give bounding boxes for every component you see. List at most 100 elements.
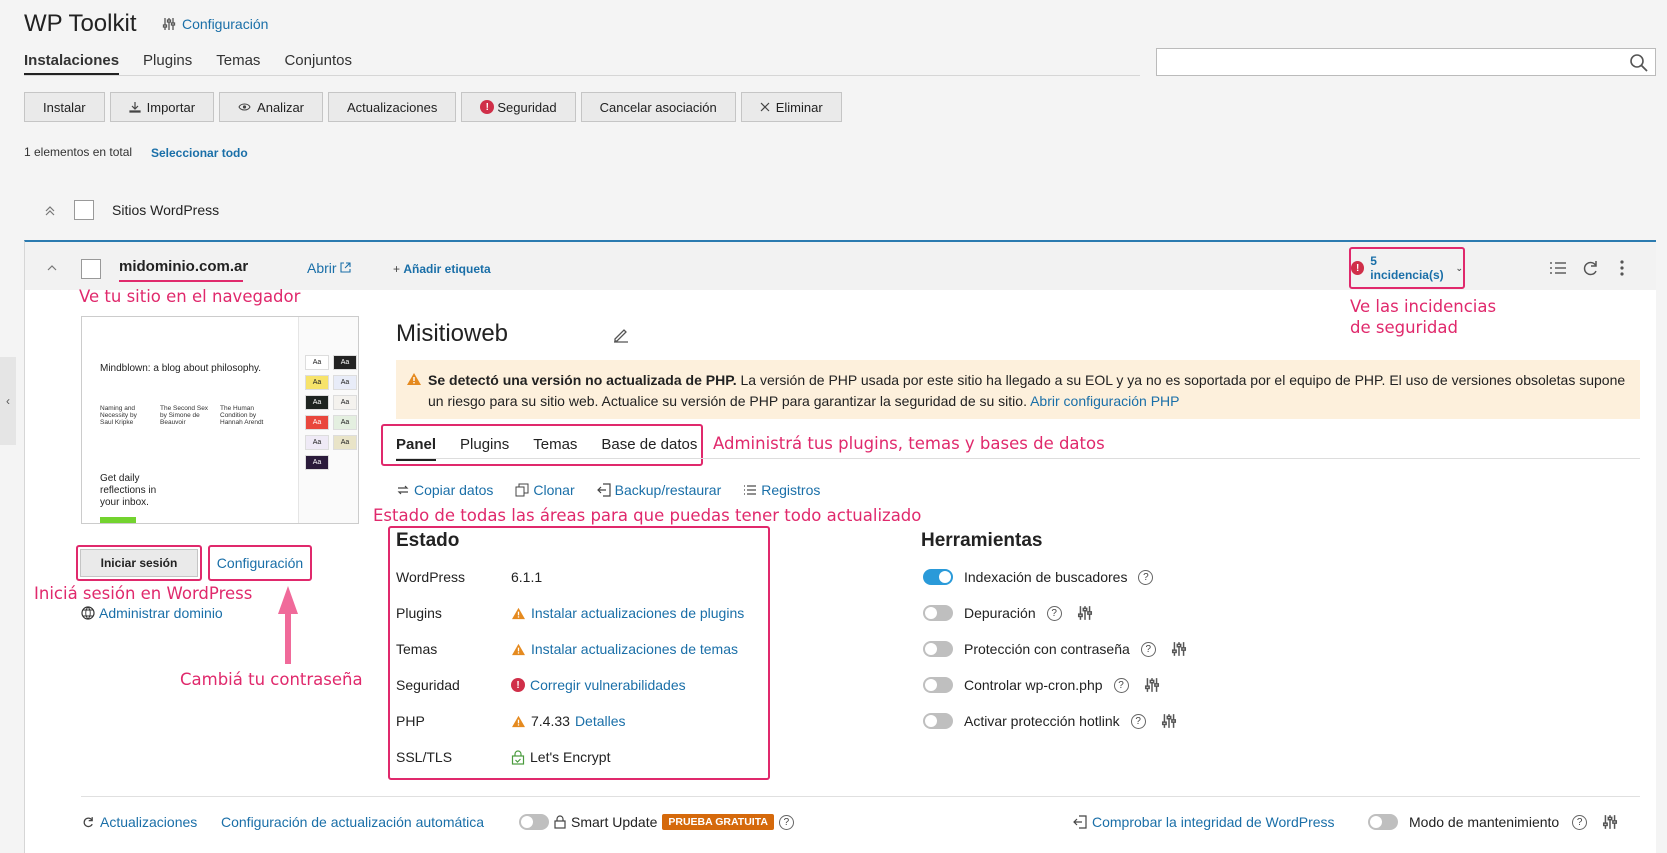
sliders-icon[interactable] — [1077, 605, 1093, 621]
backup-button[interactable]: Backup/restaurar — [596, 482, 721, 498]
plus-icon: + — [393, 262, 404, 276]
site-name: Misitioweb — [396, 320, 509, 347]
more-icon[interactable] — [1612, 258, 1632, 278]
maintenance-mode: Modo de mantenimiento ? — [1368, 814, 1618, 830]
check-integrity-link[interactable]: Comprobar la integridad de WordPress — [1073, 814, 1335, 830]
delete-button[interactable]: Eliminar — [740, 92, 842, 122]
config-link[interactable]: Configuración — [162, 16, 268, 32]
login-button[interactable]: Iniciar sesión — [76, 545, 202, 581]
help-icon[interactable]: ? — [1130, 713, 1146, 729]
domain-underline — [119, 280, 243, 282]
add-tag-button[interactable]: + Añadir etiqueta — [393, 262, 491, 276]
cancel-association-button[interactable]: Cancelar asociación — [580, 92, 736, 122]
maintenance-label: Modo de mantenimiento — [1409, 814, 1560, 830]
card-header-actions — [1548, 258, 1632, 278]
sliders-icon[interactable] — [1144, 677, 1160, 693]
alert-icon: ! — [511, 678, 525, 692]
help-icon[interactable]: ? — [1572, 814, 1588, 830]
hotlink-toggle[interactable] — [923, 713, 953, 729]
site-checkbox[interactable] — [81, 259, 101, 279]
alert-icon: ! — [1351, 261, 1365, 275]
maintenance-toggle[interactable] — [1368, 814, 1398, 830]
add-tag-label: Añadir etiqueta — [403, 262, 491, 276]
cron-toggle[interactable] — [923, 677, 953, 693]
help-icon[interactable]: ? — [1138, 569, 1154, 585]
group-label: Sitios WordPress — [112, 202, 220, 218]
site-domain[interactable]: midominio.com.ar — [119, 258, 248, 275]
php-details-link[interactable]: Detalles — [575, 713, 626, 729]
analyze-button[interactable]: Analizar — [219, 92, 324, 122]
help-icon[interactable]: ? — [1113, 677, 1129, 693]
select-all-link[interactable]: Seleccionar todo — [151, 146, 248, 160]
status-label-temas: Temas — [396, 641, 438, 657]
tab-panel[interactable]: Panel — [396, 436, 437, 461]
warning-icon — [407, 373, 421, 385]
tab-plugins[interactable]: Plugins — [143, 52, 192, 75]
tab-temas[interactable]: Temas — [216, 52, 260, 75]
help-icon[interactable]: ? — [1046, 605, 1062, 621]
sliders-icon — [162, 18, 176, 30]
security-button[interactable]: ! Seguridad — [461, 92, 576, 122]
annotation-password: Cambiá tu contraseña — [180, 670, 363, 689]
tab-plugins-site[interactable]: Plugins — [460, 436, 509, 461]
open-site-link[interactable]: Abrir — [307, 260, 352, 276]
install-label: Instalar — [43, 99, 86, 115]
indexing-label: Indexación de buscadores — [964, 569, 1128, 585]
search-icon[interactable] — [1629, 53, 1649, 73]
smart-update-toggle[interactable] — [519, 814, 549, 830]
manage-domain-link[interactable]: Administrar dominio — [81, 605, 223, 621]
login-label: Iniciar sesión — [79, 549, 199, 577]
refresh-icon[interactable] — [1580, 258, 1600, 278]
import-button[interactable]: Importar — [109, 92, 215, 122]
tab-temas-site[interactable]: Temas — [533, 436, 577, 461]
updates-label: Actualizaciones — [347, 99, 438, 115]
sliders-icon[interactable] — [1171, 641, 1187, 657]
fix-vulnerabilities-link[interactable]: Corregir vulnerabilidades — [530, 677, 686, 693]
help-icon[interactable]: ? — [778, 814, 794, 830]
tab-database[interactable]: Base de datos — [601, 436, 697, 461]
password-protection-toggle[interactable] — [923, 641, 953, 657]
lock-icon — [554, 815, 566, 829]
sliders-icon[interactable] — [1161, 713, 1177, 729]
delete-label: Eliminar — [775, 99, 823, 115]
annotation-manage: Administrá tus plugins, temas y bases de… — [713, 434, 1105, 453]
import-icon — [129, 102, 141, 113]
updates-link[interactable]: Actualizaciones — [81, 814, 197, 830]
chevron-up-icon[interactable] — [46, 264, 58, 272]
install-plugin-updates-link[interactable]: Instalar actualizaciones de plugins — [531, 605, 744, 621]
debug-toggle[interactable] — [923, 605, 953, 621]
group-checkbox[interactable] — [74, 200, 94, 220]
list-icon[interactable] — [1548, 258, 1568, 278]
copy-data-button[interactable]: Copiar datos — [396, 482, 493, 498]
auto-update-config-link[interactable]: Configuración de actualización automátic… — [221, 814, 484, 830]
indexing-toggle[interactable] — [923, 569, 953, 585]
updates-button[interactable]: Actualizaciones — [328, 92, 457, 122]
collapse-icon[interactable] — [44, 204, 56, 216]
install-theme-updates-link[interactable]: Instalar actualizaciones de temas — [531, 641, 738, 657]
help-icon[interactable]: ? — [1140, 641, 1156, 657]
tab-instalaciones[interactable]: Instalaciones — [24, 52, 120, 75]
arrow-up-icon — [278, 586, 298, 664]
updates-label: Actualizaciones — [100, 814, 198, 830]
style-swatch: Aa — [305, 415, 329, 430]
open-label: Abrir — [307, 260, 337, 276]
site-preview[interactable]: Mindblown: a blog about philosophy. Nami… — [81, 316, 359, 524]
logs-button[interactable]: Registros — [743, 482, 820, 498]
password-protection-label: Protección con contraseña — [964, 641, 1130, 657]
edit-icon[interactable] — [612, 326, 630, 344]
install-button[interactable]: Instalar — [24, 92, 105, 122]
sliders-icon[interactable] — [1602, 814, 1618, 830]
warning-icon — [512, 643, 525, 655]
issues-button[interactable]: ! 5 incidencia(s) ⌄ — [1349, 247, 1465, 289]
sidebar-toggle[interactable]: ‹ — [0, 357, 16, 445]
annotation-status: Estado de todas las áreas para que pueda… — [373, 506, 922, 525]
alert-icon: ! — [480, 100, 495, 114]
php-config-link[interactable]: Abrir configuración PHP — [1030, 393, 1179, 409]
style-swatch: Aa — [305, 375, 329, 390]
tab-conjuntos[interactable]: Conjuntos — [284, 52, 352, 75]
config-link-label: Configuración — [182, 16, 269, 32]
clone-button[interactable]: Clonar — [515, 482, 575, 498]
search-input[interactable] — [1156, 48, 1656, 76]
warning-title: Se detectó una versión no actualizada de… — [428, 372, 737, 388]
settings-button[interactable]: Configuración — [208, 545, 312, 581]
